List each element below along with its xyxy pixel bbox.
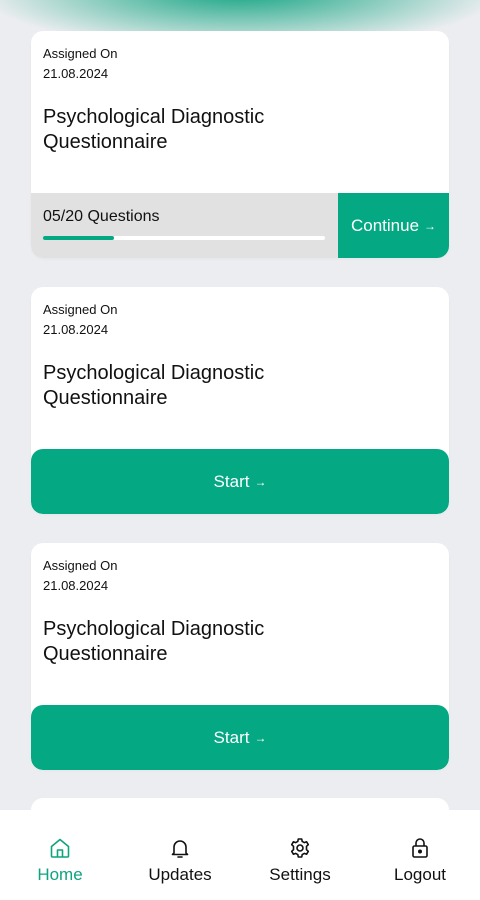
tab-updates[interactable]: Updates: [120, 810, 240, 900]
questionnaire-card: Assigned On 21.08.2024 Psychological Dia…: [31, 31, 449, 258]
tab-logout[interactable]: Logout: [360, 810, 480, 900]
progress-area: 05/20 Questions: [31, 193, 338, 258]
progress-row: 05/20 Questions Continue →: [31, 193, 449, 258]
progress-bar-fill: [43, 236, 114, 240]
continue-button-label: Continue: [350, 215, 420, 235]
tab-home-label: Home: [37, 865, 83, 884]
questionnaire-card: Assigned On 21.08.2024 Psychological Dia…: [31, 543, 449, 770]
start-button[interactable]: Start →: [31, 705, 449, 770]
card-body: Assigned On 21.08.2024 Psychological Dia…: [31, 543, 449, 705]
bell-icon: [171, 840, 189, 858]
arrow-right-icon: →: [424, 218, 437, 233]
questionnaire-title: Psychological Diagnostic Questionnaire: [43, 362, 265, 409]
gear-icon: [290, 838, 310, 858]
card-body: Assigned On 21.08.2024 Psychological Dia…: [31, 287, 449, 449]
assigned-date: 21.08.2024: [43, 578, 109, 593]
questionnaire-title: Psychological Diagnostic Questionnaire: [43, 106, 265, 153]
start-button[interactable]: Start →: [31, 449, 449, 514]
tab-updates-label: Updates: [148, 865, 212, 884]
assigned-label: Assigned On: [43, 46, 118, 61]
card-body: Assigned On 21.08.2024 Psychological Dia…: [31, 31, 449, 193]
questionnaire-title: Psychological Diagnostic Questionnaire: [43, 618, 265, 665]
lock-icon: [412, 838, 428, 858]
start-button-label: Start: [213, 727, 250, 747]
tab-home[interactable]: Home: [0, 810, 120, 900]
progress-bar: [43, 236, 325, 240]
bottom-tab-bar: Home Updates Settings Logout: [0, 810, 480, 900]
tab-settings-label: Settings: [269, 865, 331, 884]
questionnaire-card: Assigned On 21.08.2024 Psychological Dia…: [31, 287, 449, 514]
home-icon: [50, 838, 70, 858]
assigned-date: 21.08.2024: [43, 66, 109, 81]
continue-button[interactable]: Continue →: [338, 193, 449, 258]
start-button-label: Start: [213, 471, 250, 491]
assigned-label: Assigned On: [43, 302, 118, 317]
progress-text: 05/20 Questions: [43, 208, 160, 225]
tab-settings[interactable]: Settings: [240, 810, 360, 900]
arrow-right-icon: →: [254, 730, 267, 745]
assigned-date: 21.08.2024: [43, 322, 109, 337]
tab-logout-label: Logout: [394, 865, 446, 884]
questionnaire-list: Assigned On 21.08.2024 Psychological Dia…: [31, 31, 449, 799]
assigned-label: Assigned On: [43, 558, 118, 573]
arrow-right-icon: →: [254, 474, 267, 489]
